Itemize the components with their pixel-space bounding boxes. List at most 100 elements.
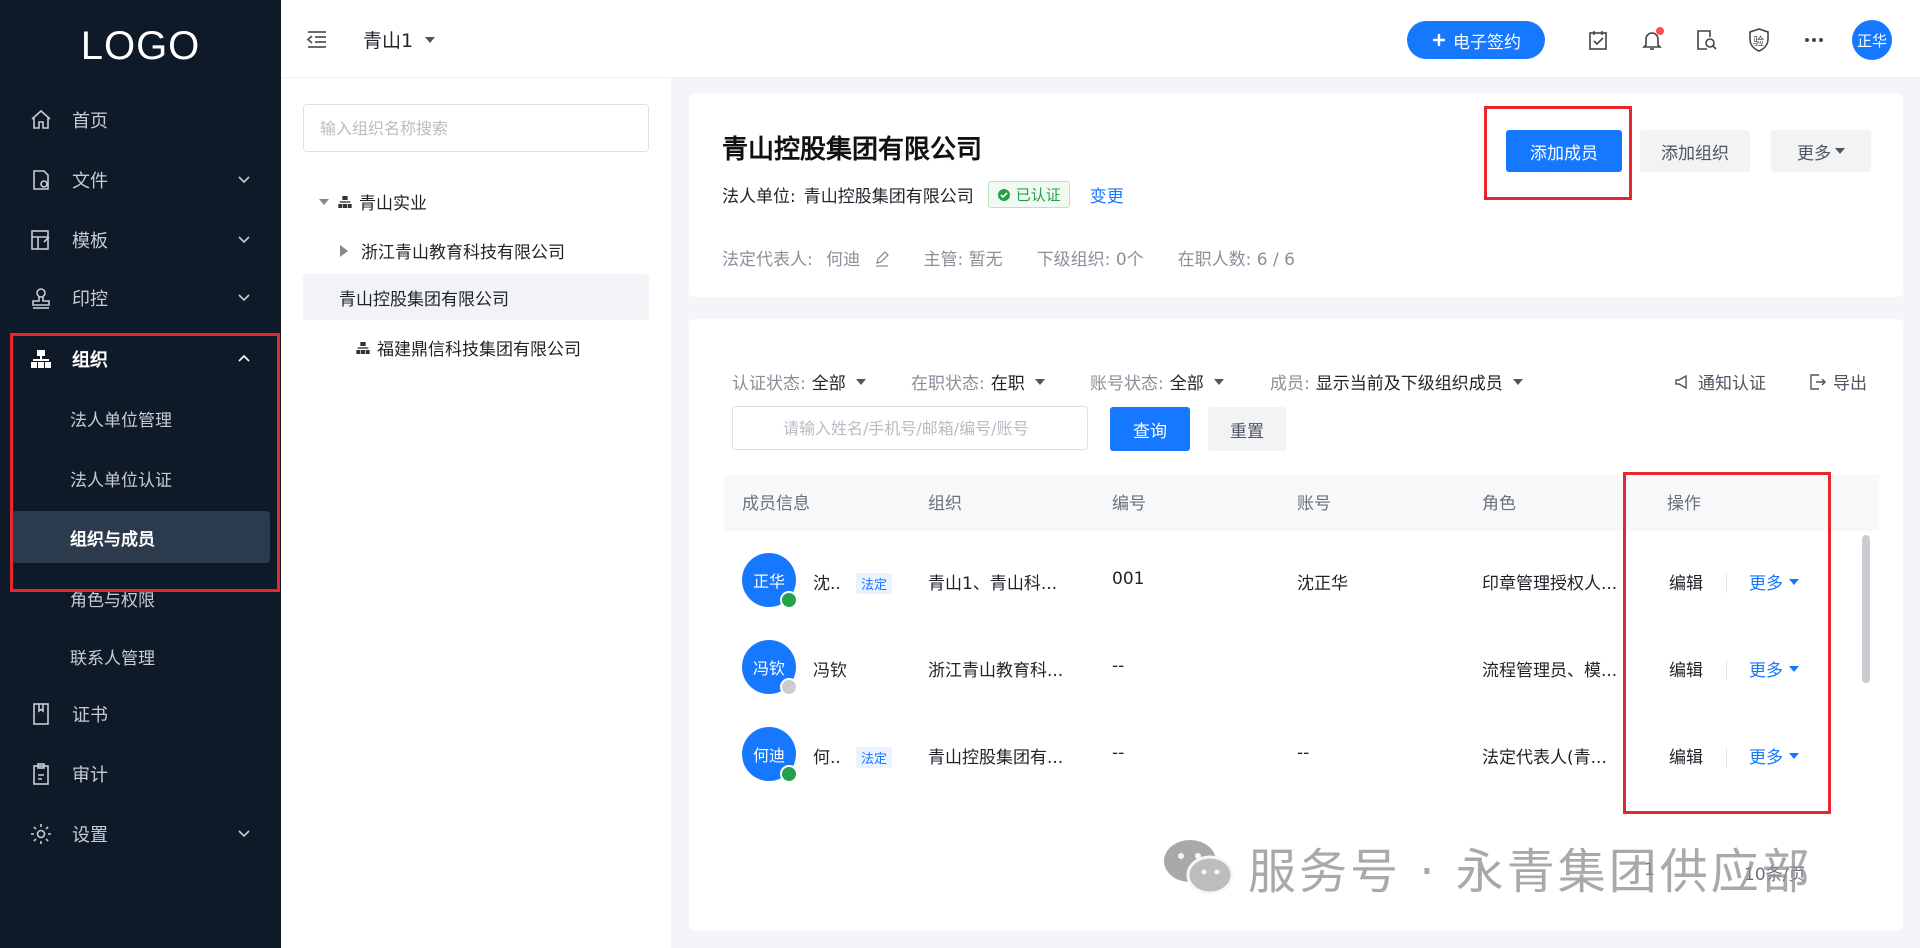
org-switcher[interactable]: 青山1 <box>363 26 436 53</box>
task-check-icon[interactable] <box>1584 26 1612 54</box>
sub-contacts[interactable]: 联系人管理 <box>0 630 281 682</box>
notify-label: 通知认证 <box>1698 374 1766 394</box>
sub-legal-entity-auth[interactable]: 法人单位认证 <box>0 452 281 504</box>
tree-node-selected[interactable]: 青山控股集团有限公司 <box>303 274 649 320</box>
nav-label: 首页 <box>72 111 108 132</box>
member-avatar: 正华 <box>742 553 798 609</box>
member-org: 青山1、青山科... <box>928 574 1058 594</box>
filter-value: 全部 <box>811 374 846 394</box>
gear-icon <box>28 821 54 847</box>
sub-org-members[interactable]: 组织与成员 <box>12 511 270 563</box>
bell-icon[interactable] <box>1638 26 1666 54</box>
legal-rep: 法定代表人: 何迪 <box>722 245 890 270</box>
member-avatar: 冯钦 <box>742 640 798 696</box>
edit-pencil-icon[interactable] <box>874 251 890 267</box>
filter-label: 在职状态: <box>911 374 985 394</box>
org-search-input[interactable] <box>303 104 649 152</box>
nav-home[interactable]: 首页 <box>0 92 281 148</box>
nav-audit[interactable]: 审计 <box>0 746 281 802</box>
esign-button[interactable]: 电子签约 <box>1407 21 1545 59</box>
org-switcher-label: 青山1 <box>363 30 414 52</box>
org-tree-panel: 青山实业 浙江青山教育科技有限公司 青山控股集团有限公司 福建鼎信科技集团有限公… <box>281 78 671 948</box>
table-scrollbar[interactable] <box>1862 535 1870 683</box>
verify-shield-icon[interactable]: 验 <box>1745 26 1773 54</box>
nav-label: 印控 <box>72 289 108 310</box>
filter-auth-status[interactable]: 认证状态: 全部 <box>732 369 866 394</box>
row-more-menu[interactable]: 更多 <box>1749 569 1799 594</box>
legal-entity-row: 法人单位: 青山控股集团有限公司 已认证 变更 <box>722 181 1124 208</box>
more-button[interactable]: 更多 <box>1771 130 1871 172</box>
filter-job-status[interactable]: 在职状态: 在职 <box>911 369 1045 394</box>
member-search-input[interactable] <box>732 406 1088 450</box>
edit-link[interactable]: 编辑 <box>1669 656 1703 681</box>
nav-templates[interactable]: 模板 <box>0 212 281 268</box>
export-button[interactable]: 导出 <box>1809 369 1867 394</box>
tree-node-fujian[interactable]: 福建鼎信科技集团有限公司 <box>355 335 581 360</box>
nav-settings[interactable]: 设置 <box>0 806 281 862</box>
query-button[interactable]: 查询 <box>1110 407 1190 451</box>
edit-link[interactable]: 编辑 <box>1669 569 1703 594</box>
change-link[interactable]: 变更 <box>1090 182 1124 207</box>
company-meta: 法定代表人: 何迪 主管: 暂无 下级组织: 0个 在职人数: 6 / 6 <box>722 245 1295 270</box>
manager-info: 主管: 暂无 <box>923 250 1003 270</box>
filter-value: 在职 <box>990 374 1025 394</box>
more-label: 更多 <box>1749 748 1783 768</box>
tree-node-root[interactable]: 青山实业 <box>315 189 427 214</box>
sub-roles-permissions[interactable]: 角色与权限 <box>0 572 281 624</box>
more-dots-icon[interactable] <box>1800 26 1828 54</box>
nav-certificates[interactable]: 证书 <box>0 686 281 742</box>
wechat-icon <box>1164 840 1234 895</box>
member-name: 何.. <box>813 748 841 768</box>
filter-account-status[interactable]: 账号状态: 全部 <box>1090 369 1224 394</box>
caret-down-icon <box>1789 752 1799 759</box>
col-role: 角色 <box>1482 494 1516 514</box>
member-name: 沈.. <box>813 574 841 594</box>
add-member-button[interactable]: 添加成员 <box>1506 130 1622 172</box>
chevron-up-icon <box>238 354 250 362</box>
more-label: 更多 <box>1749 574 1783 594</box>
user-avatar[interactable]: 正华 <box>1852 20 1892 60</box>
more-label: 更多 <box>1749 661 1783 681</box>
file-icon <box>28 167 54 193</box>
doc-search-icon[interactable] <box>1692 26 1720 54</box>
nav-seal-control[interactable]: 印控 <box>0 270 281 326</box>
add-org-button[interactable]: 添加组织 <box>1640 130 1750 172</box>
verified-check-icon <box>780 765 798 783</box>
nav-files[interactable]: 文件 <box>0 152 281 208</box>
template-icon <box>28 227 54 253</box>
col-member-info: 成员信息 <box>742 494 810 514</box>
caret-down-icon <box>1789 665 1799 672</box>
notify-auth-button[interactable]: 通知认证 <box>1674 369 1766 394</box>
avatar-initials: 冯钦 <box>752 659 785 678</box>
row-more-menu[interactable]: 更多 <box>1749 743 1799 768</box>
nav-organization[interactable]: 组织 <box>0 331 281 387</box>
row-more-menu[interactable]: 更多 <box>1749 656 1799 681</box>
avatar-initials: 何迪 <box>752 746 785 765</box>
filter-value: 显示当前及下级组织成员 <box>1315 374 1503 394</box>
member-role: 流程管理员、模... <box>1482 661 1618 681</box>
edit-link[interactable]: 编辑 <box>1669 743 1703 768</box>
org-tree-icon <box>356 341 370 354</box>
export-label: 导出 <box>1833 374 1867 394</box>
chevron-down-icon <box>238 236 250 244</box>
logo: LOGO <box>80 24 201 68</box>
watermark: 服务号 · 永青集团供应部 <box>1162 832 1813 902</box>
action-separator <box>1726 747 1727 767</box>
caret-right-icon <box>340 244 348 257</box>
caret-down-icon <box>1034 378 1045 385</box>
nav-label: 审计 <box>72 765 108 786</box>
member-account: 沈正华 <box>1297 574 1348 594</box>
filter-members-scope[interactable]: 成员: 显示当前及下级组织成员 <box>1270 369 1523 394</box>
filter-label: 认证状态: <box>732 374 806 394</box>
menu-collapse-icon[interactable] <box>305 27 329 51</box>
legal-rep-name: 何迪 <box>826 250 861 270</box>
reset-button[interactable]: 重置 <box>1208 407 1286 451</box>
megaphone-icon <box>1675 374 1687 389</box>
audit-icon <box>28 761 54 787</box>
sub-legal-entity-mgmt[interactable]: 法人单位管理 <box>0 392 281 444</box>
tree-node-zhejiang[interactable]: 浙江青山教育科技有限公司 <box>339 238 565 263</box>
sub-org-count: 下级组织: 0个 <box>1036 250 1144 270</box>
col-organization: 组织 <box>928 494 962 514</box>
caret-down-icon <box>855 378 866 385</box>
member-code: -- <box>1112 743 1125 763</box>
